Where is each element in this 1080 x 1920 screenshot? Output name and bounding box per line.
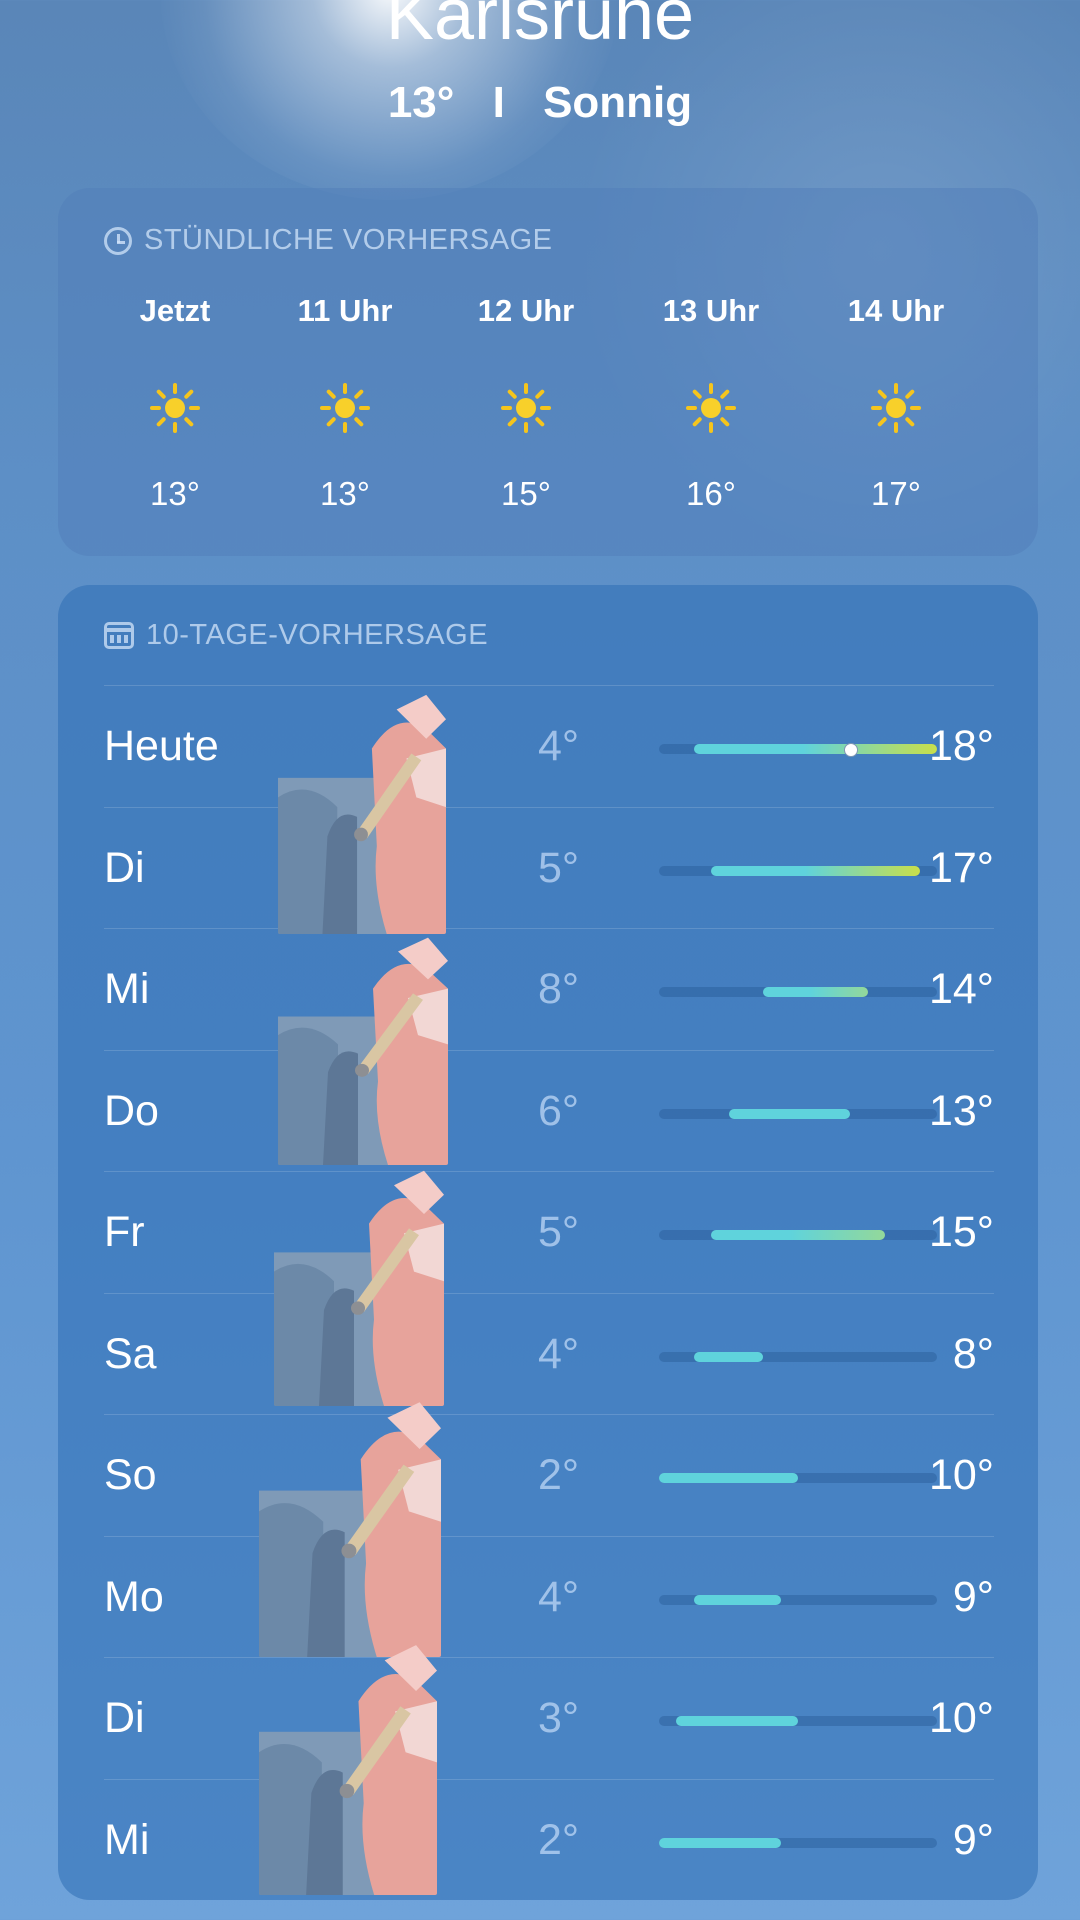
day-label: So (104, 1451, 157, 1499)
low-temp: 3° (538, 1694, 580, 1742)
day-label: Mi (104, 965, 150, 1013)
hour-temp: 1 (998, 475, 1038, 513)
sun-icon (686, 383, 736, 433)
high-temp: 17° (928, 843, 994, 892)
city-name: Karlsruhe (385, 0, 695, 55)
overlay-photo (259, 1397, 441, 1657)
current-temperature: 13° (387, 78, 455, 127)
hourly-forecast-header: STÜNDLICHE VORHERSAGE (104, 224, 553, 257)
ten-day-forecast-card[interactable]: 10-TAGE-VORHERSAGE Heute 4° 18° Di 5° 17° Mi 8°… (58, 585, 1038, 1900)
current-condition: Sonnig (543, 78, 693, 127)
day-label: Di (104, 1694, 145, 1742)
hourly-forecast-title: STÜNDLICHE VORHERSAGE (144, 224, 553, 256)
sun-icon (501, 383, 551, 433)
high-temp: 10° (928, 1451, 994, 1499)
hour-item: 13 Uhr 16° (641, 293, 781, 513)
high-temp: 9° (952, 1572, 994, 1621)
overlay-photo (278, 933, 448, 1165)
temperature-range-fill (676, 1716, 798, 1726)
sun-icon (320, 383, 370, 433)
day-row[interactable]: Mo 4° 9° (104, 1535, 994, 1658)
clock-icon (104, 226, 132, 255)
day-row[interactable]: Di 3° 10° (104, 1657, 994, 1779)
hourly-forecast-card[interactable]: STÜNDLICHE VORHERSAGE Jetzt 13° 11 Uhr 1… (58, 188, 1038, 556)
hour-time: 15 (998, 293, 1038, 333)
hour-temp: 15° (501, 475, 551, 512)
hour-item: 12 Uhr 15° (456, 293, 596, 513)
temperature-range-fill (763, 987, 868, 997)
hour-time: 12 Uhr (477, 293, 575, 328)
temperature-range-fill (728, 1108, 851, 1119)
hour-temp: 13° (320, 475, 370, 512)
day-row[interactable]: So 2° 10° (104, 1414, 994, 1536)
low-temp: 5° (538, 1208, 580, 1256)
hour-time: Jetzt (139, 293, 211, 328)
day-row[interactable]: Heute 4° 18° (104, 685, 994, 807)
day-label: Mo (104, 1572, 164, 1621)
hour-time: 11 Uhr (297, 293, 393, 328)
day-label: Do (104, 1086, 159, 1135)
day-row[interactable]: Sa 4° 8° (104, 1292, 994, 1415)
hour-temp: 13° (150, 475, 200, 512)
high-temp: 18° (928, 722, 994, 770)
day-label: Mi (104, 1815, 150, 1864)
hour-item: 11 Uhr 13° (275, 293, 415, 513)
day-row[interactable]: Di 5° 17° (104, 806, 994, 929)
high-temp: 15° (928, 1208, 994, 1256)
current-temp-marker (844, 743, 859, 757)
hour-item: 15 1 (998, 293, 1038, 513)
temperature-range-fill (659, 1837, 781, 1848)
ten-day-forecast-header: 10-TAGE-VORHERSAGE (104, 619, 488, 652)
temperature-range-fill (711, 1230, 885, 1240)
low-temp: 4° (538, 722, 580, 770)
overlay-photo (278, 690, 446, 934)
high-temp: 9° (952, 1815, 994, 1864)
low-temp: 5° (538, 843, 580, 892)
sun-icon (871, 383, 921, 433)
low-temp: 8° (538, 965, 580, 1013)
high-temp: 8° (952, 1329, 994, 1378)
hour-time: 13 Uhr (662, 293, 760, 328)
high-temp: 10° (928, 1694, 994, 1742)
sun-icon (150, 383, 200, 433)
low-temp: 2° (538, 1451, 580, 1499)
day-row[interactable]: Do 6° 13° (104, 1049, 994, 1172)
temperature-range-fill (659, 1473, 798, 1483)
hour-time: 14 Uhr (847, 293, 945, 328)
high-temp: 14° (928, 965, 994, 1013)
day-label: Fr (104, 1208, 145, 1256)
separator: I (492, 78, 505, 127)
day-row[interactable]: Fr 5° 15° (104, 1171, 994, 1293)
current-conditions: 13° I Sonnig (0, 78, 1080, 128)
high-temp: 13° (928, 1086, 994, 1135)
hour-item: 14 Uhr 17° (826, 293, 966, 513)
day-label: Sa (104, 1329, 157, 1378)
hour-temp: 17° (871, 475, 921, 512)
low-temp: 4° (538, 1572, 580, 1621)
low-temp: 6° (538, 1086, 580, 1135)
day-row[interactable]: Mi 2° 9° (104, 1778, 994, 1901)
low-temp: 2° (538, 1815, 580, 1864)
day-row[interactable]: Mi 8° 14° (104, 928, 994, 1050)
ten-day-forecast-title: 10-TAGE-VORHERSAGE (146, 619, 489, 651)
hour-item: Jetzt 13° (105, 293, 245, 513)
low-temp: 4° (538, 1329, 580, 1378)
overlay-photo (259, 1640, 437, 1895)
day-label: Di (104, 843, 145, 892)
day-label: Heute (104, 722, 219, 770)
calendar-icon (104, 622, 134, 649)
temperature-range-fill (693, 1594, 781, 1605)
temperature-range-fill (693, 1351, 764, 1362)
hour-temp: 16° (686, 475, 736, 512)
overlay-photo (274, 1166, 444, 1406)
